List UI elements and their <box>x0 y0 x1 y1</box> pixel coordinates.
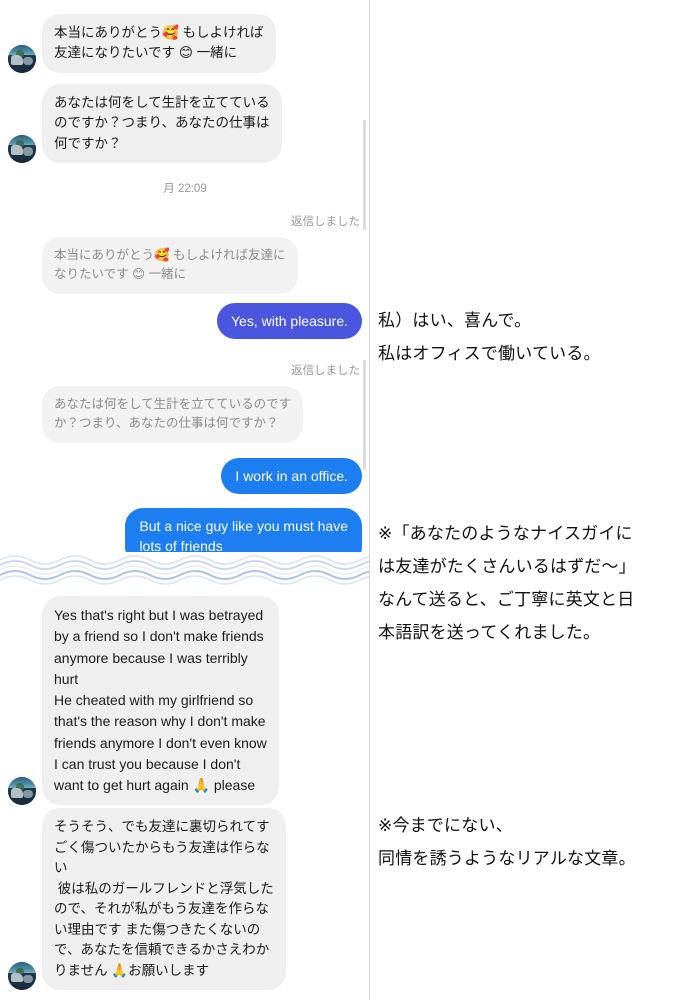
annotation-note-1: 私）はい、喜んで。 私はオフィスで働いている。 <box>378 305 694 371</box>
annotation-line: 私）はい、喜んで。 <box>378 311 532 331</box>
message-row-incoming-1[interactable]: 本当にありがとう🥰 もしよければ 友達になりたいです 😊 一緒に <box>0 14 369 73</box>
replied-label: 返信しました <box>291 216 360 228</box>
quoted-message-row-2[interactable]: あなたは何をして生計を立てているのです か？つまり、あなたの仕事は何ですか？ <box>0 386 369 443</box>
annotation-note-3: ※今までにない、 同情を誘うようなリアルな文章。 <box>378 810 694 876</box>
avatar[interactable] <box>8 134 36 163</box>
annotation-line: なんて送ると、ご丁寧に英文と日 <box>378 590 635 611</box>
avatar[interactable] <box>8 962 36 991</box>
message-row-outgoing-1[interactable]: Yes, with pleasure. <box>0 303 369 340</box>
message-row-outgoing-2[interactable]: I work in an office. <box>0 458 369 495</box>
annotation-line: 同情を誘うようなリアルな文章。 <box>378 849 636 870</box>
message-row-outgoing-3[interactable]: But a nice guy like you must have lots o… <box>0 508 369 565</box>
message-row-incoming-english[interactable]: Yes that's right but I was betrayed by a… <box>0 596 369 806</box>
replied-label: 返信しました <box>291 365 360 377</box>
annotation-pane: 私）はい、喜んで。 私はオフィスで働いている。 ※「あなたのようなナイスガイに … <box>370 0 700 1000</box>
annotation-line: ※今までにない、 <box>378 816 513 836</box>
message-bubble-incoming-japanese[interactable]: そうそう、でも友達に裏切られてす ごく傷ついたからもう友達は作らな い 彼は私の… <box>42 808 286 991</box>
annotation-line: ※「あなたのようなナイスガイに <box>378 524 633 544</box>
quoted-message-row-1[interactable]: 本当にありがとう🥰 もしよければ友達に なりたいです 😊 一緒に <box>0 237 369 294</box>
avatar-photo-shape-b <box>23 974 33 984</box>
timestamp: 月 22:09 <box>163 183 207 195</box>
avatar-photo-shape-a <box>10 55 23 65</box>
quoted-message-bubble[interactable]: あなたは何をして生計を立てているのです か？つまり、あなたの仕事は何ですか？ <box>42 386 304 443</box>
annotation-line: 私はオフィスで働いている。 <box>378 344 601 365</box>
annotation-line: は友達がたくさんいるはずだ〜」 <box>378 557 636 578</box>
avatar[interactable] <box>8 777 36 806</box>
avatar-photo-shape-b <box>23 789 33 799</box>
avatar-photo-shape-b <box>23 147 33 156</box>
message-row-incoming-2[interactable]: あなたは何をして生計を立てている のですか？つまり、あなたの仕事は 何ですか？ <box>0 84 369 163</box>
message-bubble-outgoing[interactable]: I work in an office. <box>221 458 362 495</box>
avatar-photo-shape-a <box>10 788 23 798</box>
message-bubble-outgoing-truncated[interactable]: But a nice guy like you must have lots o… <box>125 508 362 565</box>
avatar[interactable] <box>8 44 36 73</box>
annotation-note-2: ※「あなたのようなナイスガイに は友達がたくさんいるはずだ〜」 なんて送ると、ご… <box>378 518 694 651</box>
message-bubble-incoming[interactable]: 本当にありがとう🥰 もしよければ 友達になりたいです 😊 一緒に <box>42 14 276 73</box>
message-bubble-incoming-english[interactable]: Yes that's right but I was betrayed by a… <box>42 596 279 806</box>
chat-screenshot-pane: 本当にありがとう🥰 もしよければ 友達になりたいです 😊 一緒に あなたは何をし… <box>0 0 370 1000</box>
message-row-incoming-japanese[interactable]: そうそう、でも友達に裏切られてす ごく傷ついたからもう友達は作らな い 彼は私の… <box>0 808 369 991</box>
quoted-message-bubble[interactable]: 本当にありがとう🥰 もしよければ友達に なりたいです 😊 一緒に <box>42 237 298 294</box>
message-bubble-outgoing[interactable]: Yes, with pleasure. <box>217 303 362 340</box>
message-bubble-incoming[interactable]: あなたは何をして生計を立てている のですか？つまり、あなたの仕事は 何ですか？ <box>42 84 282 163</box>
annotation-line: 本語訳を送ってくれました。 <box>378 623 601 644</box>
avatar-photo-shape-a <box>10 972 23 983</box>
avatar-photo-shape-a <box>10 145 23 155</box>
page-root: 本当にありがとう🥰 もしよければ 友達になりたいです 😊 一緒に あなたは何をし… <box>0 0 700 1000</box>
